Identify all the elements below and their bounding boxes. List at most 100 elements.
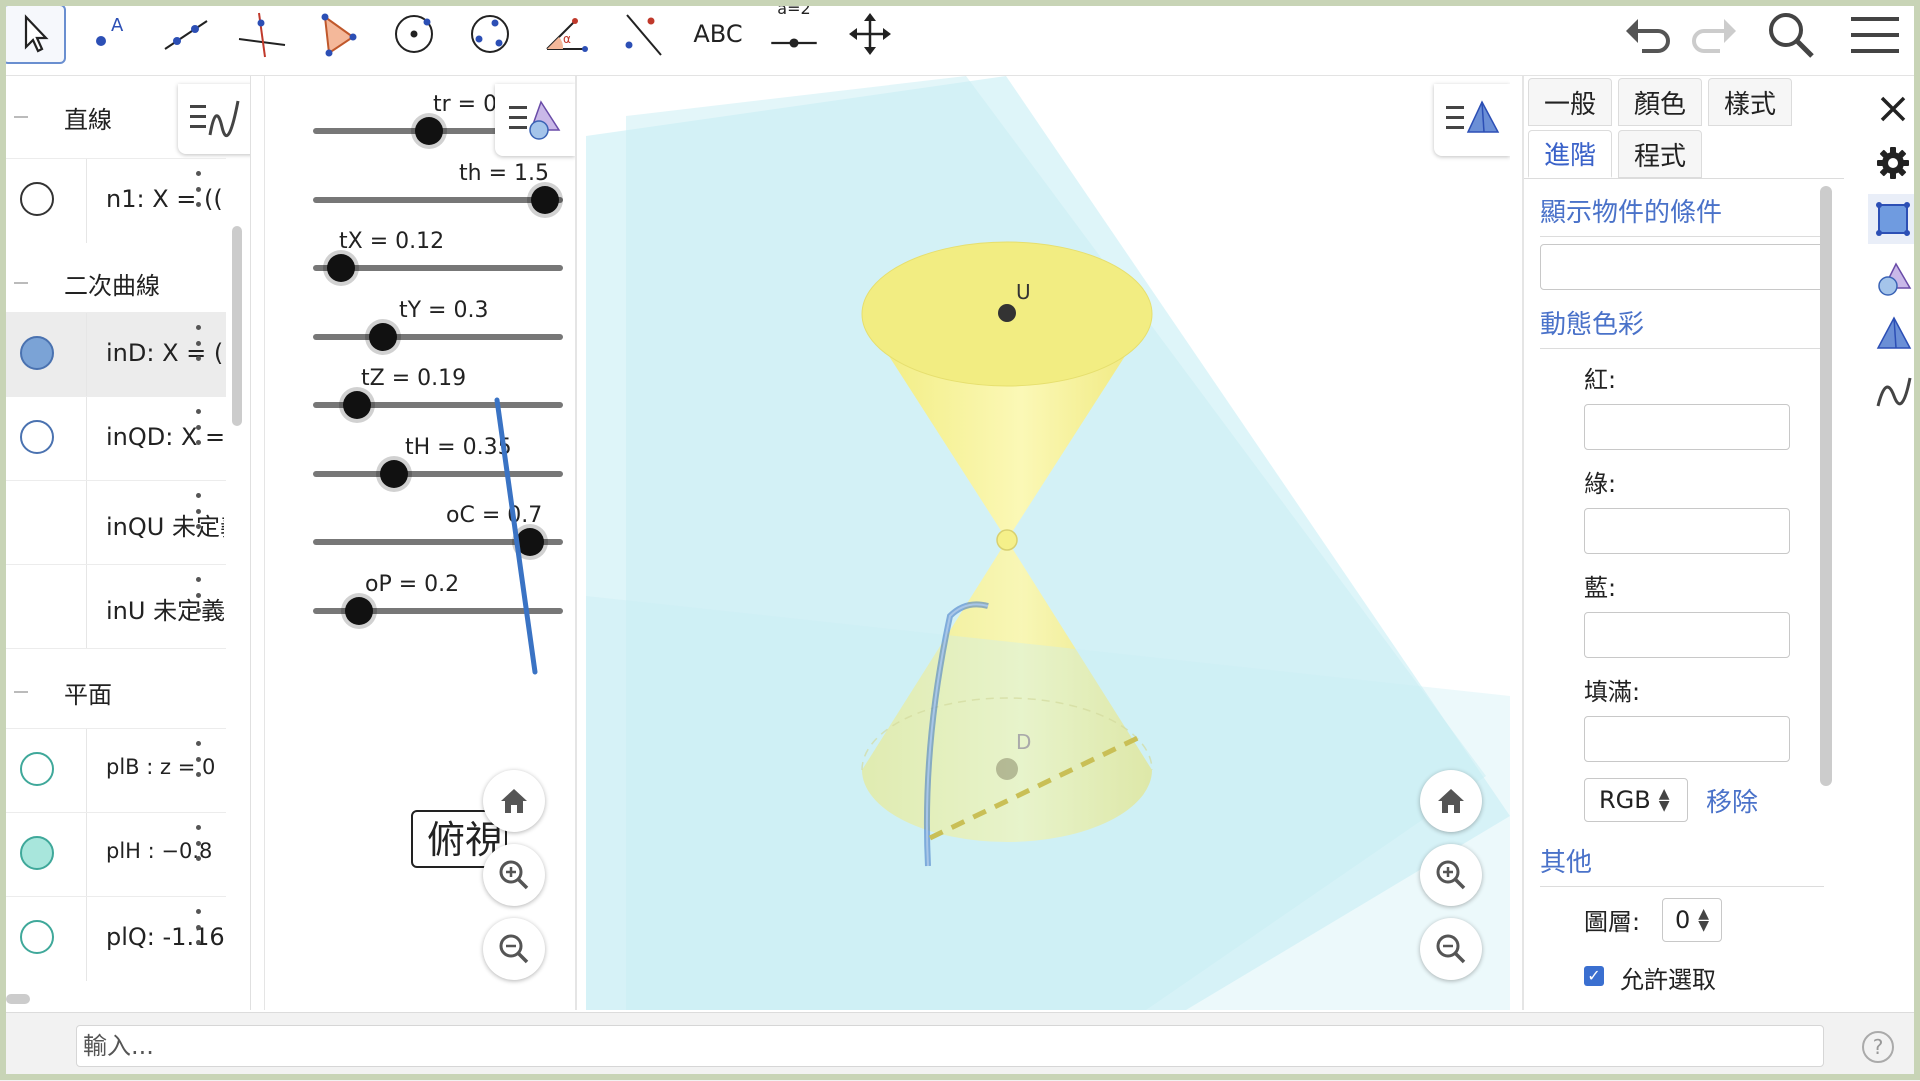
fill-input[interactable] [1584, 716, 1790, 762]
redo-icon [1692, 19, 1736, 53]
more-options-icon[interactable] [196, 825, 204, 861]
layer-select[interactable]: 0 ▲ ▼ [1662, 898, 1722, 942]
apex-point[interactable] [996, 529, 1018, 551]
more-options-icon[interactable] [196, 325, 204, 361]
blue-input[interactable] [1584, 612, 1790, 658]
list-item[interactable]: plQ: -1.16: [6, 896, 226, 981]
perpendicular-tool[interactable] [230, 4, 294, 64]
circle-center-icon [395, 15, 433, 53]
spinner-icon: ▲ ▼ [1658, 786, 1670, 814]
list-item[interactable]: plB : z = 0 [6, 728, 226, 813]
tab-basic[interactable]: 一般 [1528, 78, 1612, 126]
settings-button[interactable] [1868, 138, 1918, 188]
allow-select-checkbox[interactable]: ✓ [1584, 966, 1604, 986]
color-space-select[interactable]: RGB ▲ ▼ [1584, 778, 1688, 822]
graphics-style-button[interactable] [495, 84, 575, 156]
visibility-toggle[interactable] [20, 336, 54, 370]
search-button[interactable] [1762, 6, 1820, 64]
collapse-icon [14, 282, 28, 284]
more-options-icon[interactable] [196, 741, 204, 777]
horizontal-scrollbar[interactable] [6, 994, 30, 1004]
zoom-out-button[interactable] [483, 918, 545, 980]
point-tool[interactable]: A [78, 4, 142, 64]
redo-button[interactable] [1684, 6, 1742, 64]
home-icon [1438, 789, 1464, 813]
graphics3d-settings-button[interactable] [1868, 310, 1918, 360]
more-options-icon[interactable] [196, 909, 204, 945]
algebra-input[interactable] [76, 1025, 1824, 1067]
vertical-scrollbar[interactable] [232, 226, 242, 426]
tab-style[interactable]: 樣式 [1708, 78, 1792, 126]
move-tool[interactable] [2, 4, 66, 64]
undo-button[interactable] [1620, 6, 1678, 64]
zoom-out-button-3d[interactable] [1420, 918, 1482, 980]
list-item[interactable]: inD: X = ( [6, 312, 226, 397]
more-options-icon[interactable] [196, 409, 204, 445]
home-icon [501, 789, 527, 813]
condition-input[interactable] [1540, 244, 1824, 290]
remove-link[interactable]: 移除 [1706, 782, 1758, 819]
slider-tool[interactable]: a=2 [762, 0, 826, 64]
more-options-icon[interactable] [196, 171, 204, 207]
more-options-icon[interactable] [196, 577, 204, 613]
circle-tool[interactable] [382, 4, 446, 64]
list-item[interactable]: n1: X = (( [6, 158, 226, 243]
properties-scrollbar[interactable] [1820, 186, 1832, 786]
red-input[interactable] [1584, 404, 1790, 450]
point-u-label: U [1016, 280, 1031, 304]
list-item[interactable]: inQD: X = [6, 396, 226, 481]
perpendicular-line-icon [238, 12, 286, 58]
group-header-lines[interactable]: 直線 [6, 76, 226, 158]
graphics3d-style-button[interactable] [1434, 84, 1510, 156]
menu-button[interactable] [1846, 6, 1904, 64]
graphics-view-3d: U D [586, 76, 1510, 1010]
close-icon [1880, 96, 1906, 122]
green-input[interactable] [1584, 508, 1790, 554]
line-tool[interactable] [154, 4, 218, 64]
move-view-tool[interactable] [838, 4, 902, 64]
reflect-tool[interactable] [610, 4, 674, 64]
blue-label: 藍: [1584, 574, 1617, 602]
graphics-settings-button[interactable] [1868, 254, 1918, 304]
graphics-3d-icon [1876, 316, 1912, 349]
zoom-in-icon [499, 860, 529, 890]
zoom-in-button[interactable] [483, 844, 545, 906]
home-button-3d[interactable] [1420, 770, 1482, 832]
visibility-toggle[interactable] [20, 182, 54, 216]
point-d[interactable] [996, 758, 1018, 780]
color-space-value: RGB [1599, 786, 1651, 814]
point-d-label: D [1016, 730, 1032, 754]
visibility-toggle[interactable] [20, 752, 54, 786]
tab-scripting[interactable]: 程式 [1618, 130, 1702, 178]
zoom-out-icon [1436, 934, 1466, 964]
object-definition: n1: X = (( [106, 185, 223, 213]
conic-tool[interactable] [458, 4, 522, 64]
triangle-icon [321, 13, 357, 57]
tab-advanced[interactable]: 進階 [1528, 130, 1612, 178]
group-label: 平面 [64, 680, 112, 709]
objects-button[interactable] [1868, 194, 1918, 244]
group-header-planes[interactable]: 平面 [6, 648, 226, 735]
algebra-settings-button[interactable] [1868, 366, 1918, 416]
home-button[interactable] [483, 770, 545, 832]
more-options-icon[interactable] [196, 493, 204, 529]
polygon-tool[interactable] [306, 4, 370, 64]
layer-label: 圖層: [1584, 908, 1641, 936]
visibility-toggle[interactable] [20, 420, 54, 454]
tab-color[interactable]: 顏色 [1618, 78, 1702, 126]
algebra-view-icon [1876, 377, 1912, 407]
list-item[interactable]: plH : −0.8 [6, 812, 226, 897]
section-dynamic-color: 動態色彩 [1540, 310, 1645, 340]
reflect-line-icon [625, 14, 662, 56]
text-tool[interactable]: ABC [686, 4, 750, 64]
zoom-in-icon [1436, 860, 1466, 890]
close-button[interactable] [1868, 84, 1918, 134]
visibility-toggle[interactable] [20, 920, 54, 954]
zoom-in-button-3d[interactable] [1420, 844, 1482, 906]
angle-tool[interactable]: α [534, 4, 598, 64]
help-icon[interactable]: ? [1862, 1031, 1894, 1063]
list-item[interactable]: inQU 未定義 [6, 480, 226, 565]
list-item[interactable]: inU 未定義 [6, 564, 226, 649]
point-u[interactable] [998, 304, 1016, 322]
visibility-toggle[interactable] [20, 836, 54, 870]
